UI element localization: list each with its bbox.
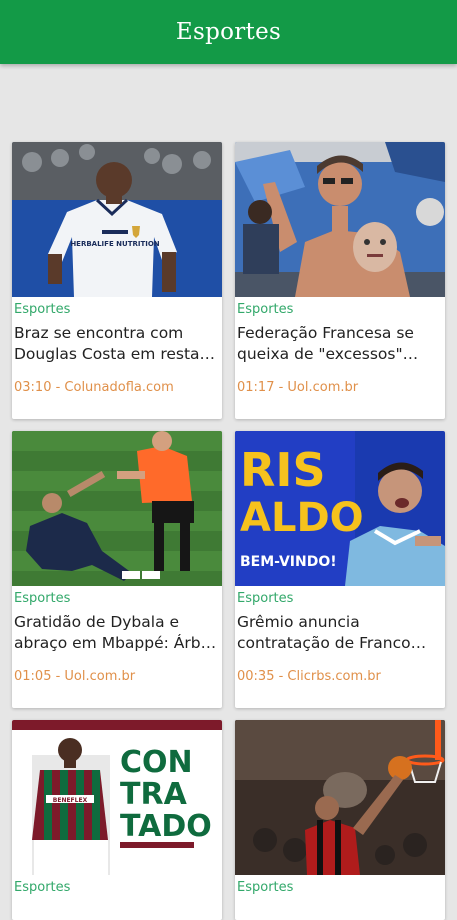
news-card[interactable]: Esportes Federação Francesa se queixa de…	[235, 142, 445, 419]
kit-sponsor-text: HERBALIFE NUTRITION	[70, 240, 159, 248]
svg-text:CON: CON	[120, 745, 193, 780]
card-body: Esportes Federação Francesa se queixa de…	[235, 297, 445, 397]
news-category: Esportes	[237, 302, 294, 317]
news-meta: 01:05 - Uol.com.br	[14, 669, 136, 684]
news-category: Esportes	[237, 591, 294, 606]
news-thumbnail	[235, 142, 445, 297]
news-category: Esportes	[14, 302, 71, 317]
banner-word-text: RIS	[240, 443, 326, 497]
page-title: Esportes	[175, 19, 282, 45]
svg-text:TRA: TRA	[120, 777, 188, 812]
news-title[interactable]: Federação Francesa se queixa de "excesso…	[237, 323, 445, 365]
news-title[interactable]: Gratidão de Dybala e abraço em Mbappé: Á…	[14, 612, 222, 654]
news-category: Esportes	[14, 880, 71, 895]
news-card[interactable]: Esportes Gratidão de Dybala e abraço em …	[12, 431, 222, 708]
news-thumbnail: HERBALIFE NUTRITION	[12, 142, 222, 297]
svg-text:TADO: TADO	[120, 809, 212, 844]
news-meta: 03:10 - Colunadofla.com	[14, 380, 174, 395]
news-category: Esportes	[237, 880, 294, 895]
news-meta: 00:35 - Clicrbs.com.br	[237, 669, 381, 684]
app-bar: Esportes	[0, 0, 457, 64]
news-thumbnail: BENEFLEX CON TRA TADO	[12, 720, 222, 875]
card-body: Esportes	[235, 875, 445, 898]
card-body: Esportes Grêmio anuncia contratação de F…	[235, 586, 445, 686]
news-meta: 01:17 - Uol.com.br	[237, 380, 359, 395]
svg-text:ALDO: ALDO	[240, 495, 364, 541]
banner-sub-text: BEM-VINDO!	[240, 554, 337, 570]
news-card[interactable]: Esportes	[235, 720, 445, 920]
jersey-sponsor-text: BENEFLEX	[53, 797, 88, 804]
news-title[interactable]: Braz se encontra com Douglas Costa em re…	[14, 323, 222, 365]
news-thumbnail	[12, 431, 222, 586]
news-card[interactable]: BENEFLEX CON TRA TADO Esportes	[12, 720, 222, 920]
news-thumbnail	[235, 720, 445, 875]
news-title[interactable]: Grêmio anuncia contratação de Franco C…	[237, 612, 445, 654]
news-category: Esportes	[14, 591, 71, 606]
card-body: Esportes Braz se encontra com Douglas Co…	[12, 297, 222, 397]
news-card[interactable]: RIS ALDO BEM-VINDO! Esportes Grêmio anun…	[235, 431, 445, 708]
news-thumbnail: RIS ALDO BEM-VINDO!	[235, 431, 445, 586]
news-grid: HERBALIFE NUTRITION Esportes Braz se enc…	[0, 0, 457, 920]
card-body: Esportes	[12, 875, 222, 898]
news-card[interactable]: HERBALIFE NUTRITION Esportes Braz se enc…	[12, 142, 222, 419]
card-body: Esportes Gratidão de Dybala e abraço em …	[12, 586, 222, 686]
